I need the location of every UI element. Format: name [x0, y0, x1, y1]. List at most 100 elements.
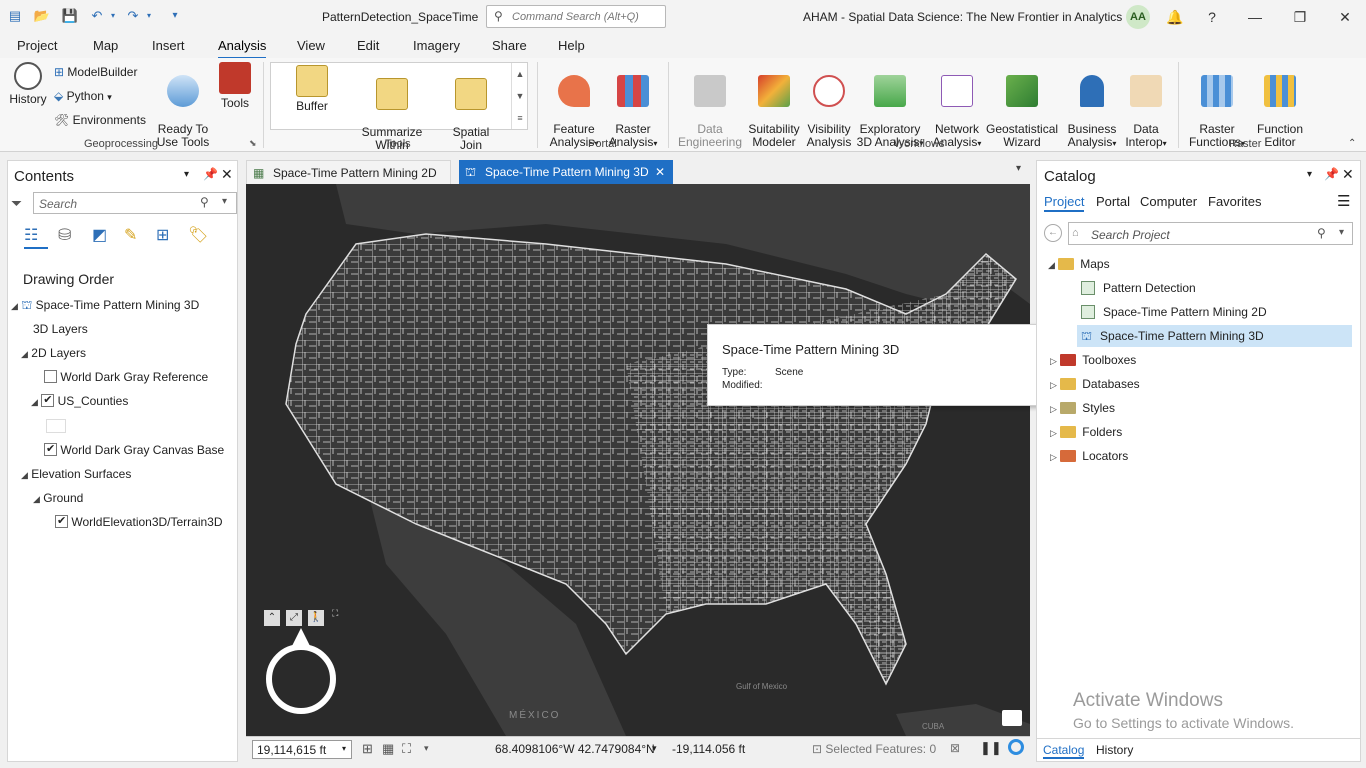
- list-by-source-icon[interactable]: ⛁: [58, 225, 71, 245]
- tab-project[interactable]: Project: [17, 38, 57, 53]
- tree-item-3d-layers[interactable]: 3D Layers: [33, 322, 88, 336]
- tab-map-2d[interactable]: ▦ Space-Time Pattern Mining 2D: [246, 160, 451, 184]
- catalog-item-styles[interactable]: ▷ Styles: [1050, 401, 1115, 415]
- tab-imagery[interactable]: Imagery: [413, 38, 460, 53]
- layer-world-elevation[interactable]: WorldElevation3D/Terrain3D: [55, 514, 223, 529]
- contents-search-input[interactable]: Search ⚲ ▾: [33, 192, 237, 214]
- menu-icon[interactable]: ☰: [1337, 192, 1350, 210]
- tree-item-elevation-surfaces[interactable]: ◢ Elevation Surfaces: [21, 467, 131, 481]
- catalog-map-2d[interactable]: Space-Time Pattern Mining 2D: [1081, 305, 1267, 319]
- catalog-item-toolboxes[interactable]: ▷ Toolboxes: [1050, 353, 1136, 367]
- command-search-input[interactable]: ⚲ Command Search (Alt+Q): [486, 5, 666, 28]
- data-engineering-button[interactable]: Data Engineering: [676, 62, 744, 149]
- snapping-icon[interactable]: ⛶: [402, 741, 411, 757]
- customize-toolbar-icon[interactable]: ▾: [166, 8, 184, 24]
- visibility-analysis-button[interactable]: Visibility Analysis: [803, 62, 855, 149]
- filter-icon[interactable]: ⏷: [11, 195, 22, 212]
- layer-world-dark-gray-base[interactable]: World Dark Gray Canvas Base: [44, 442, 224, 457]
- dialog-launcher-icon[interactable]: ⬊: [249, 138, 257, 149]
- ready-to-use-tools-button[interactable]: Ready To Use Tools: [154, 62, 212, 149]
- visibility-checkbox[interactable]: [44, 442, 57, 456]
- symbol-swatch[interactable]: [46, 419, 66, 433]
- list-by-snapping-icon[interactable]: ⊞: [156, 225, 169, 245]
- list-by-drawing-order-icon[interactable]: ☷: [24, 225, 48, 249]
- raster-analysis-button[interactable]: Raster Analysis▾: [604, 62, 662, 150]
- visibility-checkbox[interactable]: [55, 514, 68, 528]
- close-icon[interactable]: ✕: [221, 166, 233, 183]
- catalog-map-pattern-detection[interactable]: Pattern Detection: [1081, 281, 1196, 295]
- selected-features-count[interactable]: ⊡ Selected Features: 0: [812, 742, 936, 756]
- navigator-compass-icon[interactable]: [266, 628, 336, 714]
- save-icon[interactable]: 💾: [61, 8, 79, 24]
- chevron-down-icon[interactable]: ▾: [424, 743, 429, 754]
- scale-selector[interactable]: 19,114,615 ft ▾: [252, 740, 352, 759]
- catalog-scene-3d[interactable]: ⛫ Space-Time Pattern Mining 3D: [1081, 329, 1264, 345]
- catalog-item-locators[interactable]: ▷ Locators: [1050, 449, 1128, 463]
- tab-help[interactable]: Help: [558, 38, 585, 53]
- pin-icon[interactable]: 📌: [1324, 167, 1339, 181]
- avatar[interactable]: AA: [1126, 5, 1150, 29]
- redo-dropdown-icon[interactable]: ▾: [144, 8, 154, 24]
- pause-drawing-icon[interactable]: ❚❚: [980, 740, 1002, 756]
- feature-analysis-button[interactable]: Feature Analysis▾: [545, 62, 603, 150]
- list-by-selection-icon[interactable]: ◩: [92, 225, 107, 245]
- tools-button[interactable]: Tools: [215, 62, 255, 110]
- full-extent-icon[interactable]: ⤢: [286, 610, 302, 626]
- map-legend-icon[interactable]: [1002, 710, 1022, 726]
- close-window-icon[interactable]: ✕: [1330, 6, 1360, 28]
- visibility-checkbox[interactable]: [41, 393, 55, 407]
- data-interop-button[interactable]: Data Interop▾: [1120, 62, 1172, 150]
- redo-icon[interactable]: ↷: [124, 8, 142, 24]
- tab-insert[interactable]: Insert: [152, 38, 185, 53]
- minimize-icon[interactable]: —: [1240, 6, 1270, 28]
- pin-icon[interactable]: 📌: [203, 167, 218, 181]
- tab-scene-3d[interactable]: ⛫ Space-Time Pattern Mining 3D ✕: [459, 160, 673, 184]
- undo-dropdown-icon[interactable]: ▾: [108, 8, 118, 24]
- function-editor-button[interactable]: Function Editor: [1252, 62, 1308, 149]
- python-button[interactable]: ⬙ Python ▾: [54, 89, 112, 103]
- refresh-icon[interactable]: ⊠: [950, 741, 960, 755]
- catalog-tab-project[interactable]: Project: [1044, 194, 1085, 212]
- bottom-tab-catalog[interactable]: Catalog: [1043, 743, 1085, 759]
- notifications-icon[interactable]: 🔔: [1160, 6, 1190, 28]
- restore-icon[interactable]: ❐: [1285, 6, 1315, 28]
- catalog-tab-portal[interactable]: Portal: [1096, 194, 1130, 209]
- suitability-modeler-button[interactable]: Suitability Modeler: [745, 62, 803, 149]
- exploratory-3d-analysis-button[interactable]: Exploratory 3D Analysis▾: [856, 62, 924, 150]
- tab-edit[interactable]: Edit: [357, 38, 379, 53]
- business-analysis-button[interactable]: Business Analysis▾: [1061, 62, 1123, 150]
- fixed-zoom-icon[interactable]: ⊞: [362, 741, 373, 757]
- first-person-icon[interactable]: 🚶: [308, 610, 324, 626]
- tree-item-2d-layers[interactable]: ◢ 2D Layers: [21, 346, 86, 360]
- catalog-search-input[interactable]: ⌂ Search Project ⚲ ▾: [1068, 222, 1353, 245]
- raster-functions-button[interactable]: Raster Functions▾: [1186, 62, 1248, 150]
- tab-analysis[interactable]: Analysis: [218, 38, 267, 59]
- catalog-item-folders[interactable]: ▷ Folders: [1050, 425, 1122, 439]
- back-icon[interactable]: ←: [1044, 224, 1062, 242]
- pane-options-icon[interactable]: ▾: [1307, 169, 1312, 180]
- open-project-icon[interactable]: 📂: [33, 8, 51, 24]
- tab-list-dropdown-icon[interactable]: ▾: [1016, 163, 1021, 174]
- collapse-ribbon-icon[interactable]: ⌃: [1348, 138, 1356, 149]
- close-tab-icon[interactable]: ✕: [655, 160, 665, 184]
- environments-button[interactable]: 🛠 Environments: [54, 113, 146, 127]
- list-by-editing-icon[interactable]: ✎: [124, 225, 137, 245]
- list-by-labeling-icon[interactable]: 🏷: [188, 225, 208, 245]
- catalog-item-maps[interactable]: ◢ Maps: [1048, 257, 1110, 271]
- coordinate-format-dropdown-icon[interactable]: ▾: [652, 743, 657, 754]
- layer-us-counties[interactable]: ◢ US_Counties: [31, 393, 128, 408]
- layer-world-dark-gray-reference[interactable]: World Dark Gray Reference: [44, 370, 208, 384]
- history-button[interactable]: History: [6, 62, 50, 106]
- grid-icon[interactable]: ▦: [382, 741, 394, 757]
- tab-share[interactable]: Share: [492, 38, 527, 53]
- tilt-up-icon[interactable]: ⌃: [264, 610, 280, 626]
- modelbuilder-button[interactable]: ⊞ ModelBuilder: [54, 65, 137, 79]
- catalog-item-databases[interactable]: ▷ Databases: [1050, 377, 1140, 391]
- help-icon[interactable]: ?: [1197, 6, 1227, 28]
- spatial-join-button[interactable]: Spatial Join: [441, 65, 501, 152]
- catalog-tab-computer[interactable]: Computer: [1140, 194, 1197, 209]
- visibility-checkbox[interactable]: [44, 370, 57, 383]
- tree-item-scene[interactable]: ◢ ⛫ Space-Time Pattern Mining 3D: [11, 298, 199, 314]
- tab-map[interactable]: Map: [93, 38, 118, 53]
- gallery-scroll[interactable]: ▲ ▼ ≡: [511, 63, 528, 129]
